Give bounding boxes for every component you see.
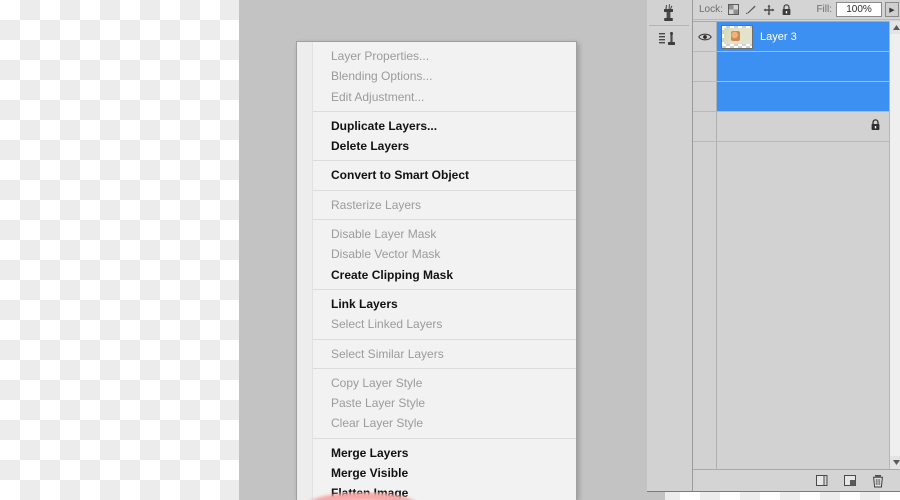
layer-locked-icon	[870, 118, 881, 136]
layer-thumbnail[interactable]	[721, 24, 753, 49]
menu-separator	[313, 189, 576, 191]
menu-item-rasterize-layers[interactable]: Rasterize Layers	[297, 195, 576, 215]
table-row[interactable]	[693, 112, 889, 142]
scroll-up-arrow-icon[interactable]	[890, 21, 900, 34]
menu-item-duplicate-layers[interactable]: Duplicate Layers...	[297, 116, 576, 136]
menu-item-paste-layer-style[interactable]: Paste Layer Style	[297, 393, 576, 413]
menu-item-blending-options[interactable]: Blending Options...	[297, 66, 576, 86]
fill-control: Fill: 100% ▶	[816, 2, 899, 17]
scroll-down-arrow-icon[interactable]	[890, 456, 900, 469]
layer-list-empty-area	[693, 142, 889, 469]
fill-value-input[interactable]: 100%	[836, 2, 882, 17]
menu-item-convert-to-smart-object[interactable]: Convert to Smart Object	[297, 165, 576, 185]
table-row[interactable]: Layer 3	[693, 22, 889, 52]
menu-item-merge-visible[interactable]: Merge Visible	[297, 463, 576, 483]
menu-separator	[313, 288, 576, 290]
menu-item-link-layers[interactable]: Link Layers	[297, 294, 576, 314]
menu-item-disable-vector-mask[interactable]: Disable Vector Mask	[297, 244, 576, 264]
screenshot-root: Lock: Fill: 100% ▶ Layer 3 Layer Propert…	[0, 0, 900, 500]
layer-name-label: Layer 3	[760, 30, 797, 43]
lock-label: Lock:	[699, 3, 723, 15]
menu-item-clear-layer-style[interactable]: Clear Layer Style	[297, 413, 576, 433]
new-layer-icon[interactable]	[815, 474, 829, 487]
lock-transparent-pixels-icon[interactable]	[727, 4, 739, 15]
eye-icon	[697, 33, 712, 40]
fill-label: Fill:	[816, 4, 832, 15]
menu-item-disable-layer-mask[interactable]: Disable Layer Mask	[297, 224, 576, 244]
menu-item-edit-adjustment[interactable]: Edit Adjustment...	[297, 87, 576, 107]
tool-strip	[647, 0, 693, 491]
layers-panel-inner: Lock: Fill: 100% ▶ Layer 3	[647, 0, 900, 491]
layers-panel-footer	[693, 469, 900, 491]
layers-scrollbar[interactable]	[889, 21, 900, 469]
layer-lock-row: Lock: Fill: 100% ▶	[693, 0, 900, 20]
new-group-icon[interactable]	[843, 474, 857, 487]
layer-visibility-toggle[interactable]	[693, 112, 717, 141]
clone-stamp-tool[interactable]	[652, 0, 686, 26]
menu-item-select-similar-layers[interactable]: Select Similar Layers	[297, 344, 576, 364]
lock-position-icon[interactable]	[763, 4, 775, 16]
lock-all-icon[interactable]	[781, 3, 792, 16]
layer-visibility-toggle[interactable]	[693, 52, 717, 81]
menu-separator	[313, 219, 576, 221]
menu-separator	[313, 160, 576, 162]
context-menu-items: Layer Properties... Blending Options... …	[297, 42, 576, 500]
menu-item-merge-layers[interactable]: Merge Layers	[297, 443, 576, 463]
menu-item-flatten-image[interactable]: Flatten Image	[297, 483, 576, 500]
layer-list[interactable]: Layer 3	[693, 21, 889, 469]
layer-visibility-toggle[interactable]	[693, 22, 717, 51]
layer-context-menu[interactable]: Layer Properties... Blending Options... …	[296, 41, 577, 500]
layer-visibility-column	[693, 142, 717, 469]
menu-item-create-clipping-mask[interactable]: Create Clipping Mask	[297, 265, 576, 285]
lock-icon-group	[727, 3, 792, 16]
pattern-stamp-tool[interactable]	[652, 26, 686, 52]
layer-visibility-toggle[interactable]	[693, 82, 717, 111]
menu-item-copy-layer-style[interactable]: Copy Layer Style	[297, 373, 576, 393]
lock-image-pixels-icon[interactable]	[745, 4, 757, 15]
menu-item-select-linked-layers[interactable]: Select Linked Layers	[297, 314, 576, 334]
delete-layer-icon[interactable]	[871, 474, 885, 488]
fill-dropdown-arrow-icon[interactable]: ▶	[885, 2, 899, 17]
layers-panel: Lock: Fill: 100% ▶ Layer 3	[647, 0, 900, 492]
menu-separator	[313, 110, 576, 112]
menu-separator	[313, 437, 576, 439]
menu-item-delete-layers[interactable]: Delete Layers	[297, 136, 576, 156]
table-row[interactable]	[693, 82, 889, 112]
menu-separator	[313, 338, 576, 340]
menu-separator	[313, 367, 576, 369]
menu-item-layer-properties[interactable]: Layer Properties...	[297, 46, 576, 66]
table-row[interactable]	[693, 52, 889, 82]
